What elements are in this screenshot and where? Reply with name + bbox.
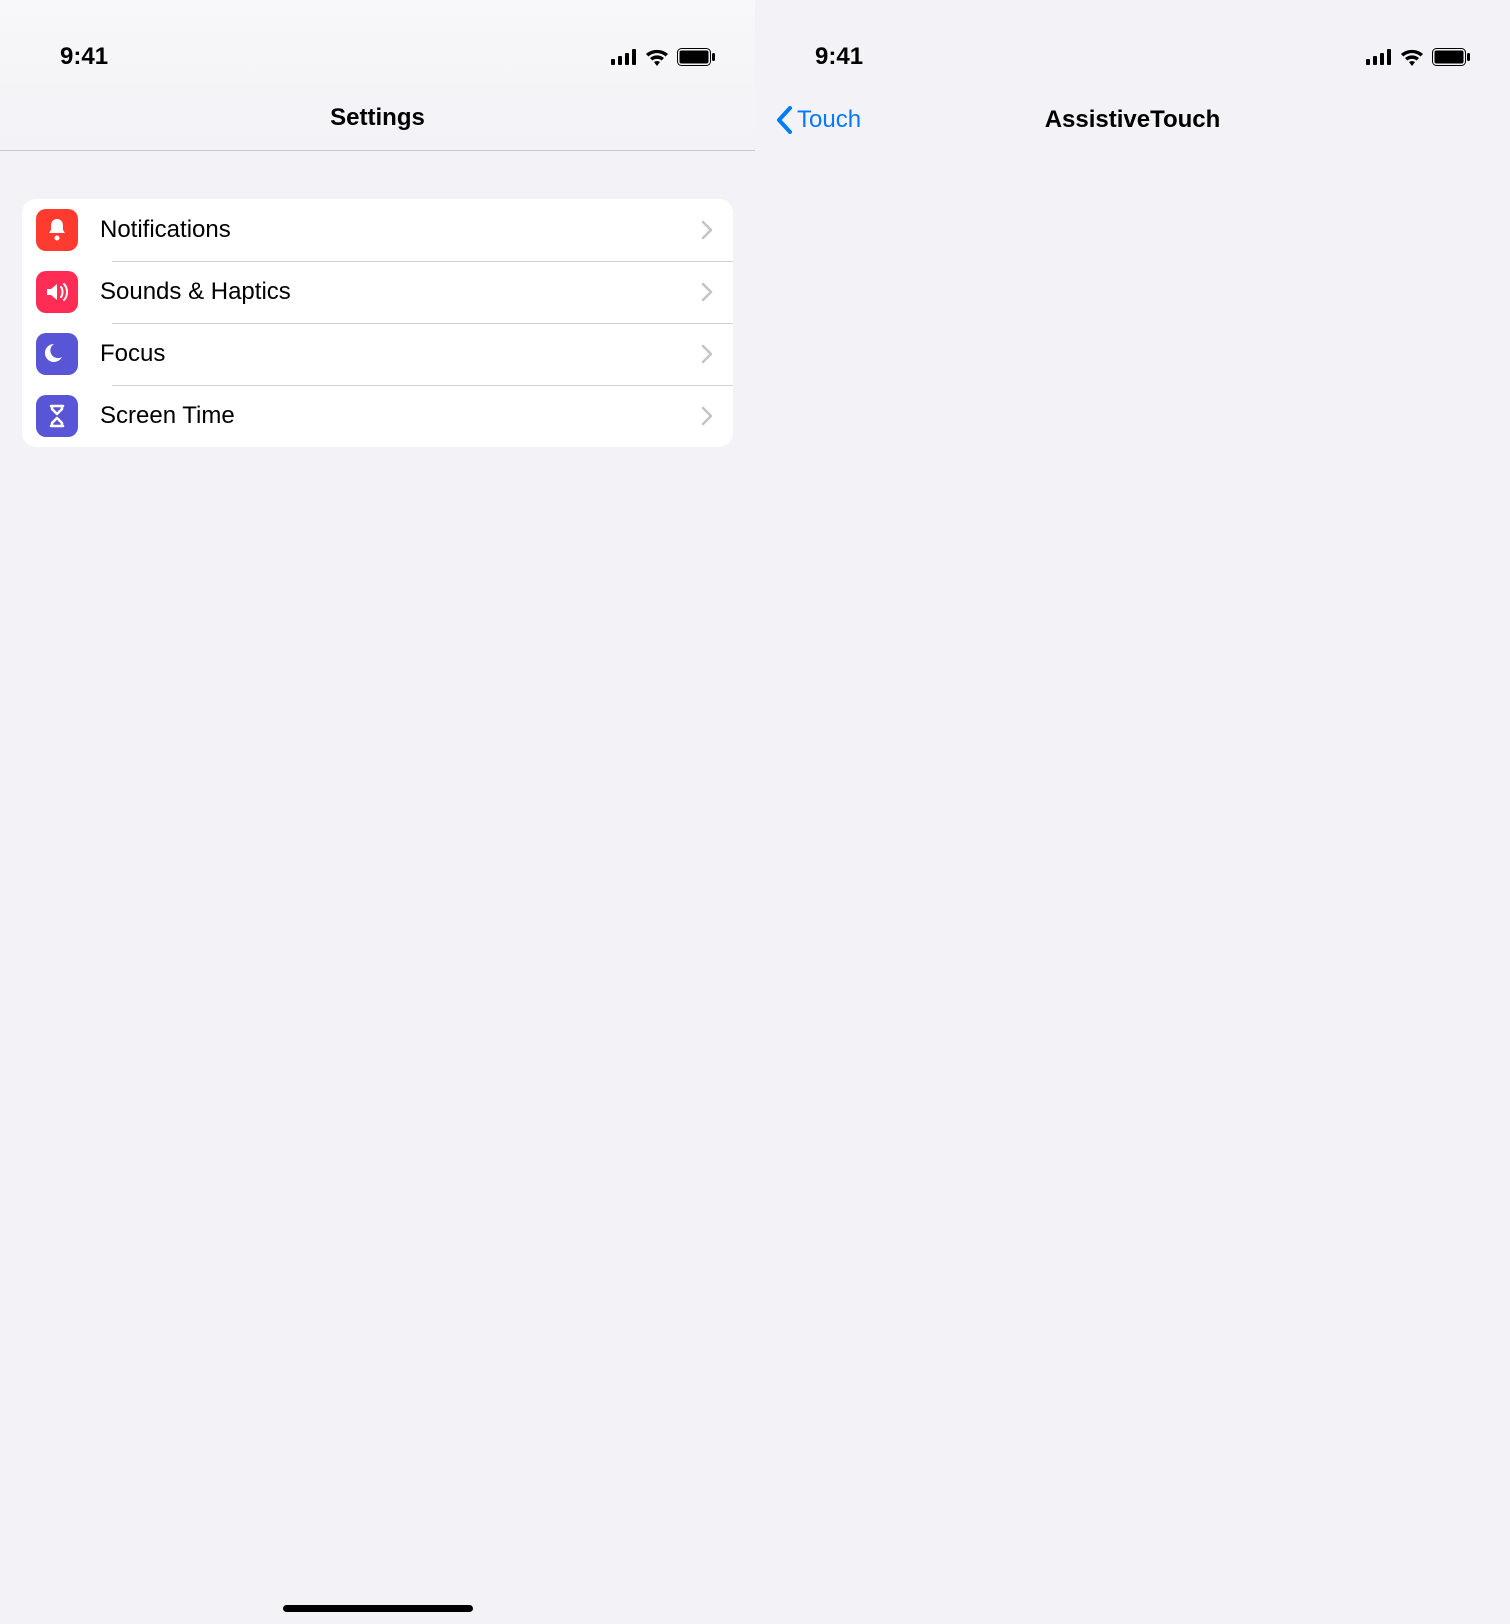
settings-row-sounds-haptics[interactable]: Sounds & Haptics <box>22 261 733 323</box>
nav-title: Settings <box>330 104 425 132</box>
hourglass-icon <box>36 395 78 437</box>
cellular-icon <box>1366 49 1392 65</box>
status-time: 9:41 <box>60 43 108 71</box>
chevron-right-icon <box>701 220 713 240</box>
nav-bar: Settings <box>0 85 755 150</box>
row-label: Focus <box>100 340 701 368</box>
settings-group: Notifications Sounds & Haptics Focus Screen… <box>22 199 733 447</box>
chevron-right-icon <box>701 344 713 364</box>
settings-row-notifications[interactable]: Notifications <box>22 199 733 261</box>
back-button[interactable]: Touch <box>775 106 861 134</box>
moon-icon <box>36 333 78 375</box>
status-bar: 9:41 <box>755 0 1510 85</box>
home-indicator <box>283 1605 473 1612</box>
chevron-left-icon <box>775 106 793 134</box>
chevron-right-icon <box>701 282 713 302</box>
bell-icon <box>36 209 78 251</box>
back-label: Touch <box>797 106 861 134</box>
wifi-icon <box>645 48 669 66</box>
settings-row-screen-time[interactable]: Screen Time <box>22 385 733 447</box>
status-bar: 9:41 <box>0 0 755 85</box>
status-icons <box>1366 48 1470 66</box>
battery-icon <box>1432 48 1470 66</box>
row-label: Notifications <box>100 216 701 244</box>
status-icons <box>611 48 715 66</box>
nav-bar: Touch AssistiveTouch <box>755 85 1510 155</box>
status-time: 9:41 <box>815 43 863 71</box>
settings-screen: 9:41 Settings Notifications Sounds & Hapt… <box>0 0 755 1624</box>
chevron-right-icon <box>701 406 713 426</box>
cellular-icon <box>611 49 637 65</box>
row-label: Screen Time <box>100 402 701 430</box>
battery-icon <box>677 48 715 66</box>
wifi-icon <box>1400 48 1424 66</box>
row-label: Sounds & Haptics <box>100 278 701 306</box>
assistivetouch-screen: 9:41 Touch AssistiveTouch <box>755 0 1510 1624</box>
nav-title: AssistiveTouch <box>1045 106 1221 134</box>
speaker-icon <box>36 271 78 313</box>
settings-row-focus[interactable]: Focus <box>22 323 733 385</box>
